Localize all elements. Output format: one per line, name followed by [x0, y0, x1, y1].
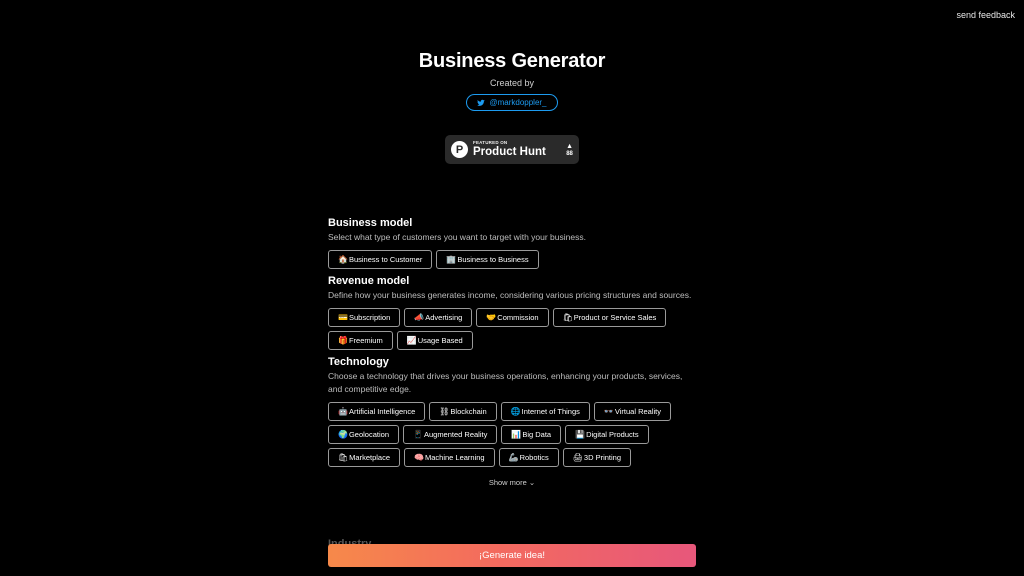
option-emoji-icon: 🖨	[572, 453, 583, 462]
option-label: Usage Based	[417, 336, 463, 345]
option-chip[interactable]: 🦾 Robotics	[498, 448, 559, 467]
option-emoji-icon: 🌍	[338, 430, 348, 439]
option-label: Geolocation	[348, 430, 389, 439]
option-chip[interactable]: 🌐 Internet of Things	[500, 402, 590, 421]
option-chip[interactable]: 🛍 Product or Service Sales	[552, 308, 667, 327]
twitter-author-link[interactable]: @markdoppler_	[466, 94, 558, 111]
option-chip[interactable]: 🏠 Business to Customer	[328, 250, 433, 269]
option-chip[interactable]: 👓 Virtual Reality	[593, 402, 671, 421]
section-description: Select what type of customers you want t…	[328, 232, 586, 242]
option-emoji-icon: 🏠	[338, 255, 348, 264]
option-label: Blockchain	[450, 407, 487, 416]
ph-featured-label: FEATURED ON	[473, 140, 508, 145]
option-label: 3D Printing	[583, 453, 622, 462]
section-revenue-model: Revenue model Define how your business g…	[328, 275, 696, 350]
option-label: Big Data	[522, 430, 552, 439]
option-label: Freemium	[348, 336, 383, 345]
chevron-down-icon: ⌄	[528, 478, 536, 487]
option-emoji-icon: 🤖	[338, 407, 348, 416]
section-technology: Technology Choose a technology that driv…	[328, 356, 696, 487]
option-chip[interactable]: 📱 Augmented Reality	[403, 425, 498, 444]
upvote-triangle-icon: ▲	[566, 142, 573, 150]
option-label: Augmented Reality	[423, 430, 488, 439]
option-label: Business to Customer	[348, 255, 423, 264]
option-chip[interactable]: 🎁 Freemium	[328, 331, 393, 350]
option-chip[interactable]: 🤝 Commission	[476, 308, 549, 327]
option-chip[interactable]: 💳 Subscription	[328, 308, 401, 327]
option-label: Product or Service Sales	[573, 313, 657, 322]
ph-vote-count: 88	[566, 150, 573, 157]
option-chip[interactable]: 🖨 3D Printing	[562, 448, 632, 467]
option-chip[interactable]: 🤖 Artificial Intelligence	[328, 402, 426, 421]
option-label: Subscription	[348, 313, 391, 322]
option-emoji-icon: 📈	[406, 336, 417, 345]
section-title: Business model	[328, 217, 413, 229]
option-chip[interactable]: 🌍 Geolocation	[328, 425, 399, 444]
option-emoji-icon: 🎁	[338, 336, 348, 345]
option-emoji-icon: 🦾	[508, 453, 519, 462]
option-label: Robotics	[519, 453, 549, 462]
section-description: Define how your business generates incom…	[328, 290, 692, 300]
option-chip[interactable]: 🛍 Marketplace	[328, 448, 401, 467]
option-emoji-icon: 🌐	[510, 407, 521, 416]
option-emoji-icon: 🛍	[338, 453, 349, 462]
option-label: Internet of Things	[521, 407, 580, 416]
option-emoji-icon: ⛓	[439, 407, 450, 416]
option-emoji-icon: 💳	[338, 313, 348, 322]
option-emoji-icon: 📱	[413, 430, 423, 439]
option-emoji-icon: 📣	[414, 313, 425, 322]
option-emoji-icon: 🧠	[414, 453, 424, 462]
option-label: Marketplace	[349, 453, 391, 462]
option-chip[interactable]: ⛓ Blockchain	[429, 402, 497, 421]
section-description: Choose a technology that drives your bus…	[328, 371, 683, 394]
option-chips: 💳 Subscription 📣 Advertising 🤝 Commission 🛍 Pro…	[328, 308, 696, 350]
section-title: Technology	[328, 356, 389, 368]
created-by-label: Created by	[489, 78, 535, 88]
option-emoji-icon: 🏢	[446, 255, 457, 264]
option-label: Machine Learning	[424, 453, 485, 462]
option-chip[interactable]: 🧠 Machine Learning	[404, 448, 495, 467]
section-business-model: Business model Select what type of custo…	[328, 217, 696, 269]
option-chip[interactable]: 💾 Digital Products	[565, 425, 649, 444]
send-feedback-link[interactable]: send feedback	[956, 10, 1015, 20]
product-hunt-badge[interactable]: P FEATURED ON Product Hunt ▲ 88	[445, 135, 579, 164]
section-title: Revenue model	[328, 275, 410, 287]
option-emoji-icon: 🛍	[562, 313, 573, 322]
option-label: Virtual Reality	[614, 407, 661, 416]
option-label: Digital Products	[586, 430, 639, 439]
show-more-label: Show more	[488, 478, 527, 487]
option-label: Advertising	[425, 313, 463, 322]
option-label: Business to Business	[457, 255, 529, 264]
product-hunt-logo-icon: P	[451, 141, 468, 158]
option-chip[interactable]: 📊 Big Data	[501, 425, 562, 444]
option-emoji-icon: 📊	[511, 430, 522, 439]
twitter-handle: @markdoppler_	[489, 98, 547, 107]
form-content: Business model Select what type of custo…	[328, 217, 696, 493]
twitter-bird-icon	[477, 99, 486, 106]
generate-idea-button[interactable]: ¡Generate idea!	[328, 544, 696, 567]
ph-name-label: Product Hunt	[473, 145, 546, 158]
option-chip[interactable]: 📈 Usage Based	[396, 331, 473, 350]
option-chip[interactable]: 🏢 Business to Business	[436, 250, 539, 269]
page-title: Business Generator	[418, 50, 606, 72]
page-header: Business Generator Created by @markdoppl…	[0, 50, 1024, 112]
option-emoji-icon: 💾	[575, 430, 586, 439]
option-chip[interactable]: 📣 Advertising	[404, 308, 473, 327]
option-chips: 🤖 Artificial Intelligence ⛓ Blockchain 🌐 Inte…	[328, 402, 696, 467]
option-label: Commission	[497, 313, 539, 322]
option-emoji-icon: 🤝	[486, 313, 497, 322]
option-chips: 🏠 Business to Customer 🏢 Business to Busine…	[328, 250, 696, 269]
option-emoji-icon: 👓	[603, 407, 614, 416]
ph-votes: ▲ 88	[566, 143, 573, 157]
option-label: Artificial Intelligence	[348, 407, 416, 416]
show-more-button[interactable]: Show more ⌄	[328, 478, 696, 487]
